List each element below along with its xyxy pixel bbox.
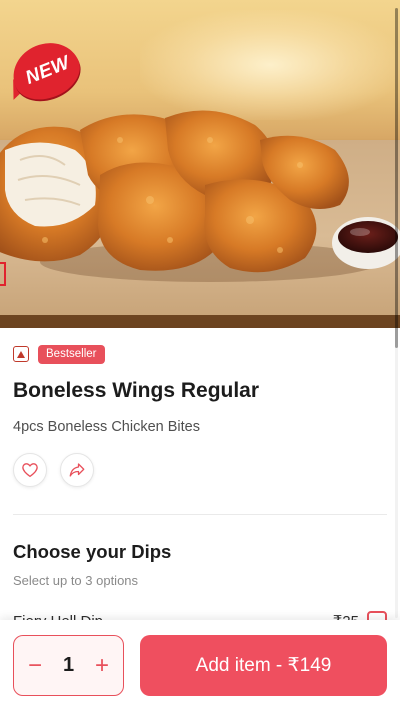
scrollbar-thumb[interactable] [395, 8, 398, 348]
item-description: 4pcs Boneless Chicken Bites [13, 419, 200, 435]
share-button[interactable] [60, 453, 94, 487]
item-title: Boneless Wings Regular [13, 379, 260, 402]
non-veg-icon [13, 346, 29, 362]
dips-section-title: Choose your Dips [13, 541, 172, 562]
hero-image: NEW [0, 0, 400, 328]
tag-row: Bestseller [13, 344, 387, 364]
share-icon [69, 463, 85, 477]
item-details: Bestseller Boneless Wings Regular 4pcs B… [13, 344, 387, 487]
add-item-button[interactable]: Add item - ₹149 [140, 635, 387, 696]
increment-button[interactable]: + [92, 653, 112, 678]
quantity-value: 1 [62, 654, 75, 676]
dips-section-subtitle: Select up to 3 options [13, 573, 139, 588]
bestseller-badge: Bestseller [38, 344, 105, 364]
bottom-action-bar: − 1 + Add item - ₹149 [0, 620, 400, 711]
item-actions [13, 453, 387, 487]
quantity-stepper: − 1 + [13, 635, 124, 696]
decrement-button[interactable]: − [25, 653, 45, 678]
new-badge: NEW [4, 33, 88, 109]
hero-edge-marker [0, 262, 6, 286]
heart-icon [22, 463, 38, 478]
favorite-button[interactable] [13, 453, 47, 487]
section-divider [13, 514, 387, 515]
